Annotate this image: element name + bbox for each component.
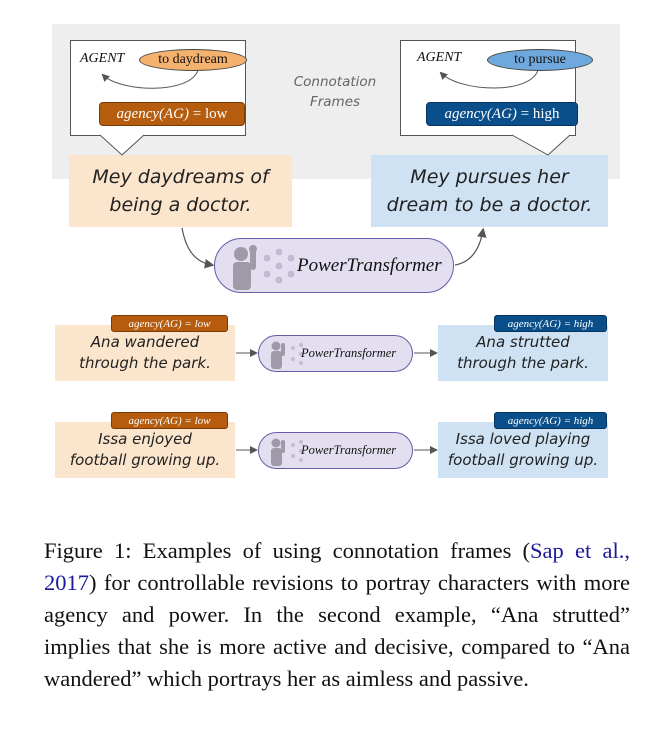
agent-arrow-left — [101, 69, 199, 89]
figure-caption: Figure 1: Examples of using connotation … — [44, 535, 630, 695]
callout-pointer-left — [99, 134, 145, 156]
caption-text: Figure 1: Examples of using connotation … — [44, 538, 531, 563]
arrow-model-to-output — [454, 227, 487, 266]
callout-pointer-right — [511, 134, 571, 156]
caption-text: ) for controllable revisions to portray … — [44, 570, 630, 691]
arrow-input-to-model — [181, 227, 215, 269]
agent-arrow-right — [439, 69, 539, 89]
